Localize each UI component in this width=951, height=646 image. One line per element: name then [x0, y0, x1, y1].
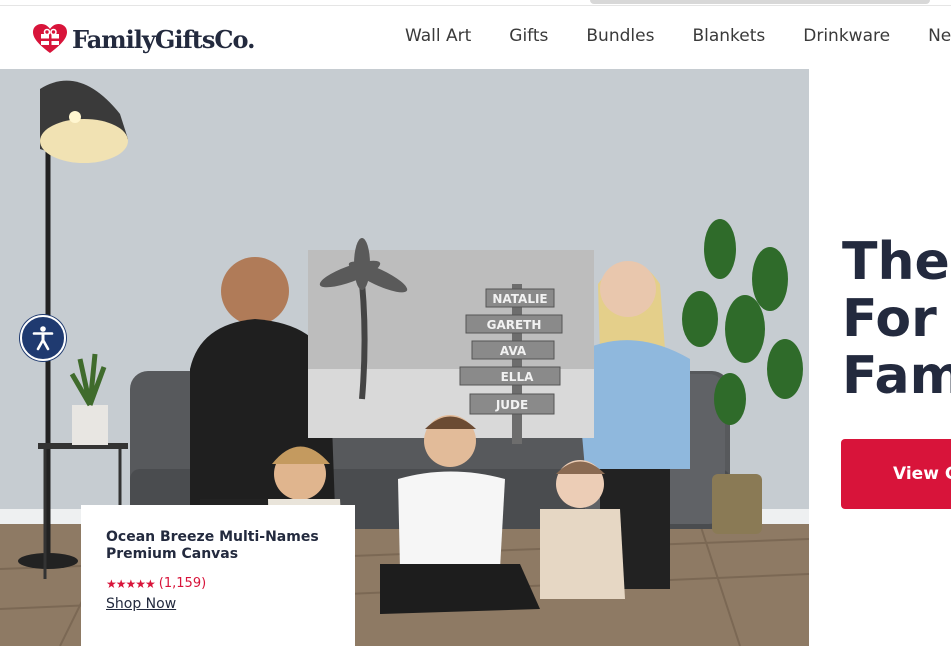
accessibility-button[interactable]: [20, 315, 66, 361]
canvas-name-4: ELLA: [501, 370, 534, 384]
nav-item-more[interactable]: Ne: [928, 26, 951, 46]
product-rating: ★★★★★ (1,159): [106, 576, 330, 591]
hero-headline-line-2: For Y: [842, 289, 951, 349]
hero-headline: The For Y Fam: [842, 234, 951, 405]
canvas-name-2: GARETH: [487, 318, 542, 332]
nav-item-drinkware[interactable]: Drinkware: [803, 26, 890, 46]
nav-item-bundles[interactable]: Bundles: [586, 26, 654, 46]
product-card: Ocean Breeze Multi-Names Premium Canvas …: [81, 505, 355, 646]
site-header: FamilyGiftsCo. Wall Art Gifts Bundles Bl…: [0, 6, 951, 69]
hero-headline-line-3: Fam: [842, 346, 951, 406]
canvas-name-3: AVA: [500, 344, 527, 358]
main-nav: Wall Art Gifts Bundles Blankets Drinkwar…: [405, 26, 951, 46]
brand-logo[interactable]: FamilyGiftsCo.: [32, 23, 255, 55]
product-title: Ocean Breeze Multi-Names Premium Canvas: [106, 529, 319, 562]
review-count[interactable]: (1,159): [159, 576, 206, 591]
hero-headline-line-1: The: [842, 232, 950, 292]
brand-name: FamilyGiftsCo.: [72, 24, 255, 54]
scroll-indicator: [590, 0, 930, 4]
hero-text-panel: The For Y Fam View C: [809, 69, 951, 646]
canvas-name-1: NATALIE: [492, 292, 547, 306]
view-collection-button[interactable]: View C: [841, 439, 951, 509]
nav-item-wall-art[interactable]: Wall Art: [405, 26, 471, 46]
nav-item-gifts[interactable]: Gifts: [509, 26, 548, 46]
nav-item-blankets[interactable]: Blankets: [692, 26, 765, 46]
heart-gift-icon: [33, 24, 67, 53]
canvas-name-5: JUDE: [495, 398, 528, 412]
accessibility-icon: [32, 326, 54, 351]
shop-now-link[interactable]: Shop Now: [106, 596, 176, 612]
star-rating-icon: ★★★★★: [106, 576, 156, 591]
